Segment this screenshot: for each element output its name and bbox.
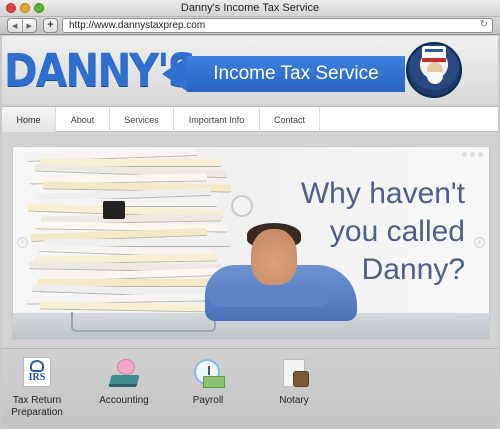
irs-icon-text: IRS <box>28 372 46 383</box>
service-label: Accounting <box>99 395 149 406</box>
slider-dot[interactable] <box>478 152 483 157</box>
eagle-icon <box>30 360 44 372</box>
nav-important-info[interactable]: Important Info <box>174 107 260 132</box>
nav-contact[interactable]: Contact <box>260 107 320 132</box>
service-accounting[interactable]: Accounting <box>96 357 152 407</box>
back-button[interactable]: ◀ <box>8 19 22 32</box>
slider-headline: Why haven't you called Danny? <box>275 175 465 289</box>
service-label: Notary <box>279 395 309 406</box>
address-bar-url: http://www.dannystaxprep.com <box>69 20 206 31</box>
nav-services[interactable]: Services <box>110 107 174 132</box>
tagline-arrow-shape <box>162 56 188 92</box>
history-buttons: ◀ ▶ <box>7 18 37 33</box>
slider-next-button[interactable]: › <box>474 237 485 248</box>
window-titlebar: Danny's Income Tax Service <box>0 0 500 17</box>
tagline-text: Income Tax Service <box>213 63 379 84</box>
services-bar: IRS Tax Return Preparation Accounting Pa… <box>2 348 498 427</box>
pig-icon <box>117 359 135 375</box>
service-label: Tax Return Preparation <box>10 395 64 419</box>
binder-clip-icon <box>103 201 125 219</box>
wire-basket-illustration <box>71 312 216 332</box>
notary-stamp-icon <box>277 357 311 391</box>
hero-slider: Why haven't you called Danny? ‹ › <box>12 146 490 340</box>
headline-line-2: you called <box>329 215 465 248</box>
beard-icon <box>427 72 443 84</box>
service-label-line-2: Preparation <box>11 407 63 418</box>
forward-button[interactable]: ▶ <box>21 19 37 32</box>
headline-line-1: Why haven't <box>300 177 465 210</box>
book-icon <box>108 375 140 387</box>
wall-clock-icon <box>231 195 253 217</box>
headline-line-3: Danny? <box>361 253 465 286</box>
site-header: DANNY'S Income Tax Service <box>2 36 498 104</box>
nav-about[interactable]: About <box>56 107 110 132</box>
service-label-line-1: Tax Return <box>12 395 62 406</box>
uncle-sam-icon <box>406 42 462 98</box>
nav-home[interactable]: Home <box>2 107 56 132</box>
browser-toolbar: ◀ ▶ + http://www.dannystaxprep.com ↻ <box>0 17 500 35</box>
service-payroll[interactable]: Payroll <box>186 357 230 407</box>
service-tax-return[interactable]: IRS Tax Return Preparation <box>10 357 64 419</box>
piggy-bank-icon <box>107 357 141 391</box>
hat-icon <box>422 46 446 62</box>
web-page: DANNY'S Income Tax Service Home About Se… <box>2 36 498 427</box>
slider-dots <box>462 152 483 157</box>
reload-icon[interactable]: ↻ <box>480 19 488 30</box>
service-label: Payroll <box>192 395 224 406</box>
irs-icon: IRS <box>20 357 54 391</box>
slider-dot[interactable] <box>462 152 467 157</box>
service-notary[interactable]: Notary <box>272 357 316 407</box>
slider-prev-button[interactable]: ‹ <box>17 237 28 248</box>
main-nav: Home About Services Important Info Conta… <box>2 106 498 132</box>
stamp-icon <box>293 371 309 387</box>
money-icon <box>203 376 225 388</box>
window-title: Danny's Income Tax Service <box>180 2 320 14</box>
irs-document: IRS <box>23 357 51 387</box>
slider-dot[interactable] <box>470 152 475 157</box>
clock-money-icon <box>191 357 225 391</box>
address-bar[interactable]: http://www.dannystaxprep.com ↻ <box>62 18 493 33</box>
paper-sheet <box>39 301 212 313</box>
add-bookmark-button[interactable]: + <box>43 18 58 33</box>
tagline-banner: Income Tax Service <box>187 56 405 92</box>
